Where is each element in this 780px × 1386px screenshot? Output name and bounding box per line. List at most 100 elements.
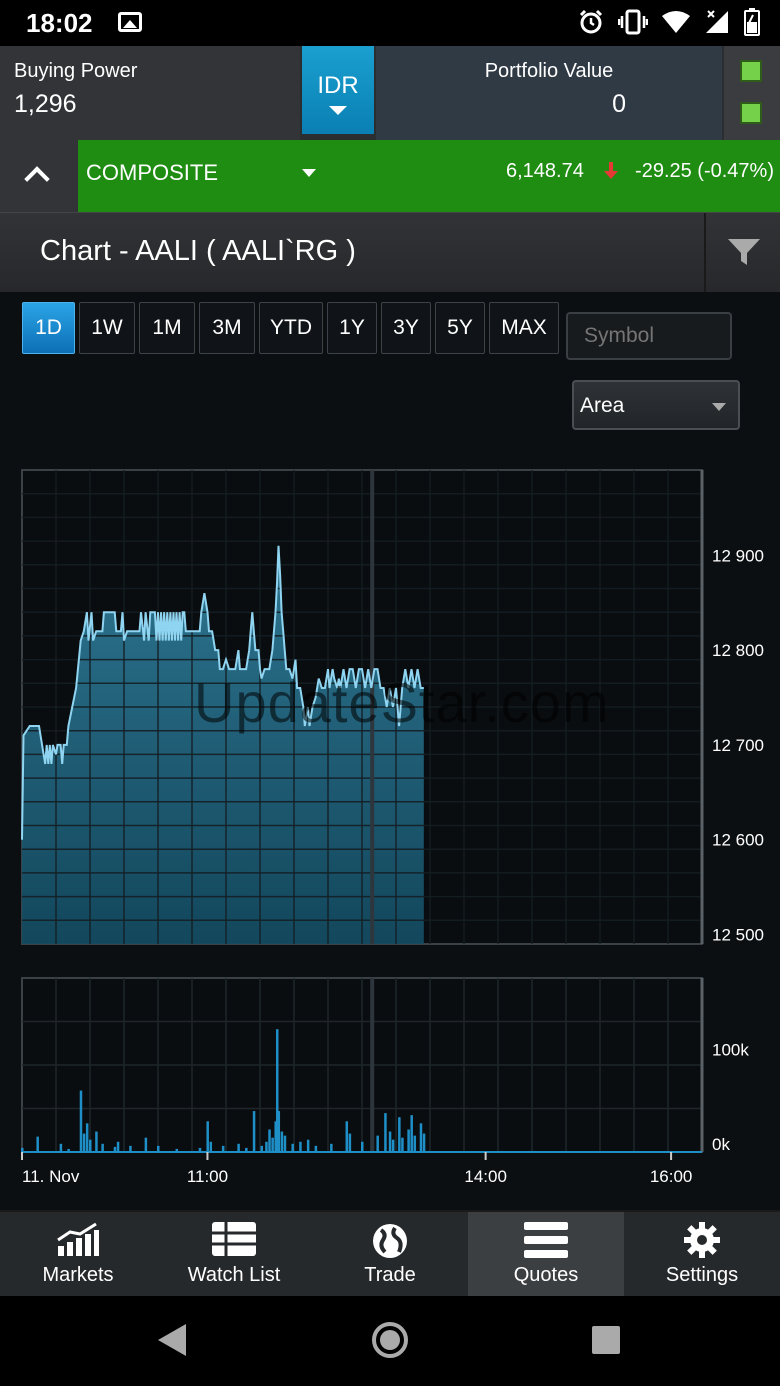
volume-axis-tick-label: 0k xyxy=(712,1135,730,1154)
volume-bar xyxy=(384,1113,387,1152)
x-axis-tick-label: 16:00 xyxy=(650,1167,693,1186)
volume-bar xyxy=(116,1141,120,1152)
home-icon[interactable] xyxy=(372,1322,408,1358)
volume-bar xyxy=(206,1121,209,1152)
battery-icon xyxy=(744,8,760,36)
index-selector[interactable]: COMPOSITE 6,148.74 -29.25 (-0.47%) xyxy=(78,140,780,212)
caret-down-icon xyxy=(329,106,347,115)
volume-bar xyxy=(280,1131,284,1152)
caret-down-icon xyxy=(302,169,316,177)
volume-bar xyxy=(407,1129,410,1152)
volume-bar xyxy=(209,1141,213,1152)
volume-bar xyxy=(361,1141,364,1152)
index-last-value: 6,148.74 xyxy=(506,160,584,182)
currency-label: IDR xyxy=(317,72,359,99)
connection-indicators xyxy=(724,46,780,140)
price-axis-tick-label: 12 500 xyxy=(712,926,764,945)
volume-bar xyxy=(410,1115,413,1152)
volume-bar xyxy=(85,1123,89,1152)
x-axis-tick-label: 11. Nov xyxy=(22,1167,80,1186)
chart-title: Chart - AALI ( AALI`RG ) xyxy=(40,235,356,267)
volume-bar xyxy=(299,1141,302,1152)
account-header: Buying Power 1,296 IDR Portfolio Value 0 xyxy=(0,46,780,140)
volume-bar xyxy=(95,1131,98,1152)
nav-settings[interactable]: Settings xyxy=(624,1212,780,1296)
recent-apps-icon[interactable] xyxy=(592,1326,620,1354)
index-ticker: COMPOSITE 6,148.74 -29.25 (-0.47%) xyxy=(0,140,780,212)
watch-list-icon xyxy=(212,1222,256,1256)
volume-bar xyxy=(268,1129,271,1152)
volume-bar xyxy=(252,1111,256,1152)
price-axis-tick-label: 12 700 xyxy=(712,736,764,755)
buying-power-panel: Buying Power 1,296 xyxy=(0,46,300,140)
connection-status-indicator xyxy=(740,102,762,124)
nav-quotes[interactable]: Quotes xyxy=(468,1212,624,1296)
nav-watch-list[interactable]: Watch List xyxy=(156,1212,312,1296)
volume-bar xyxy=(388,1131,392,1152)
portfolio-value: 0 xyxy=(612,90,626,118)
volume-bar xyxy=(59,1143,63,1152)
status-time: 18:02 xyxy=(26,8,93,38)
volume-bar xyxy=(277,1111,281,1152)
volume-bar xyxy=(144,1137,148,1152)
chart-panel: 1D 1W 1M 3M YTD 1Y 3Y 5Y MAX Area 12 900… xyxy=(0,292,780,1210)
gear-icon xyxy=(684,1222,720,1258)
price-axis-tick-label: 12 800 xyxy=(712,641,764,660)
image-notification-icon xyxy=(118,12,142,32)
vibrate-icon xyxy=(618,9,648,35)
chart-title-bar: Chart - AALI ( AALI`RG ) xyxy=(0,212,780,293)
volume-axis-tick-label: 100k xyxy=(712,1041,749,1060)
watermark-text: UpdateStar.com xyxy=(194,671,610,734)
connection-status-indicator xyxy=(740,60,762,82)
bottom-navigation: Markets Watch List Trade Quotes Settings xyxy=(0,1210,780,1296)
nav-label: Trade xyxy=(364,1264,416,1286)
system-navigation-bar xyxy=(0,1296,780,1386)
collapse-chevron-up-icon[interactable] xyxy=(0,140,78,212)
volume-bar xyxy=(422,1133,426,1152)
volume-bar xyxy=(376,1135,379,1152)
currency-selector[interactable]: IDR xyxy=(302,46,374,134)
x-axis-tick-label: 14:00 xyxy=(464,1167,507,1186)
nav-trade[interactable]: Trade xyxy=(312,1212,468,1296)
price-axis-tick-label: 12 600 xyxy=(712,831,764,850)
markets-chart-icon xyxy=(57,1222,99,1256)
buying-power-value: 1,296 xyxy=(14,90,77,118)
volume-bar xyxy=(101,1143,104,1152)
status-bar: 18:02 xyxy=(0,0,780,46)
volume-bar xyxy=(271,1137,274,1152)
nav-label: Markets xyxy=(42,1264,114,1286)
portfolio-value-panel: Portfolio Value 0 xyxy=(376,46,722,140)
volume-bar xyxy=(306,1139,310,1152)
nav-label: Watch List xyxy=(187,1264,281,1286)
back-icon[interactable] xyxy=(158,1324,188,1356)
index-change: -29.25 (-0.47%) xyxy=(635,160,774,182)
globe-icon xyxy=(373,1224,407,1258)
volume-bar xyxy=(283,1135,287,1152)
volume-bar xyxy=(401,1137,404,1152)
volume-bar xyxy=(291,1143,294,1152)
filter-icon xyxy=(728,239,760,265)
nav-label: Settings xyxy=(665,1264,739,1286)
volume-bar xyxy=(391,1139,395,1152)
alarm-icon xyxy=(579,9,603,34)
nav-markets[interactable]: Markets xyxy=(0,1212,156,1296)
price-axis-tick-label: 12 900 xyxy=(712,546,764,565)
wifi-icon xyxy=(662,11,690,33)
volume-bar xyxy=(345,1121,349,1152)
volume-bar xyxy=(237,1143,240,1152)
volume-bar xyxy=(79,1090,83,1152)
volume-bar xyxy=(265,1141,268,1152)
volume-bar xyxy=(348,1133,352,1152)
arrow-down-icon xyxy=(604,162,618,179)
volume-bar xyxy=(413,1135,417,1152)
filter-button[interactable] xyxy=(704,213,780,293)
volume-bar xyxy=(89,1139,92,1152)
volume-bar xyxy=(82,1133,86,1152)
cellular-signal-icon xyxy=(706,10,728,33)
quotes-list-icon xyxy=(524,1222,568,1258)
price-volume-chart[interactable]: 12 900 12 800 12 700 12 600 12 500 100k 0k 11. … xyxy=(0,292,780,1210)
buying-power-label: Buying Power xyxy=(14,60,138,82)
volume-bar xyxy=(398,1117,401,1152)
x-axis-tick-label: 11:00 xyxy=(187,1167,228,1186)
volume-bar xyxy=(330,1143,333,1152)
